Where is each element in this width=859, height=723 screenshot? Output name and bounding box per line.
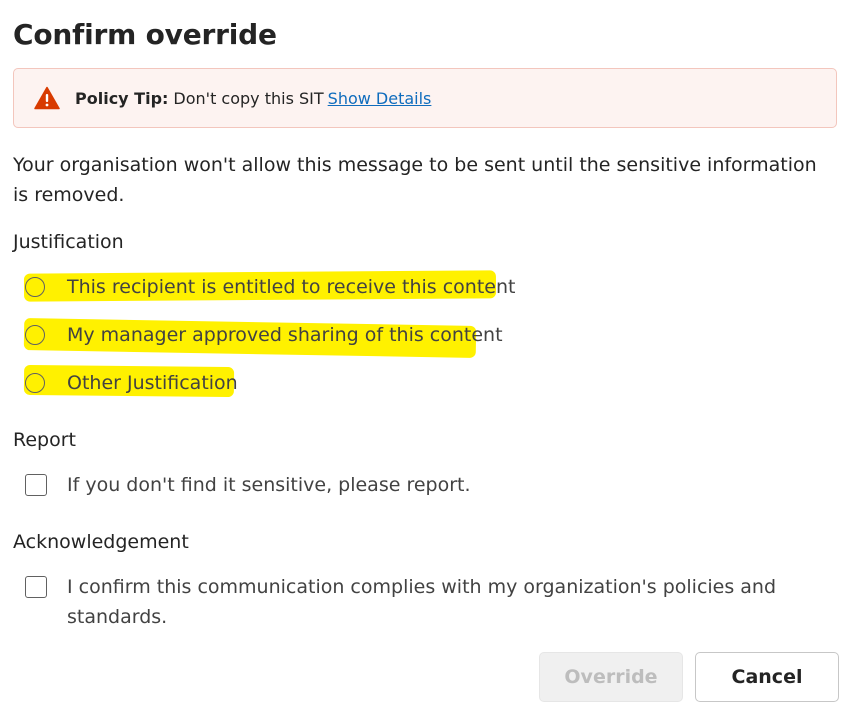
- dialog-title: Confirm override: [13, 18, 277, 51]
- acknowledgement-checkbox[interactable]: [25, 576, 47, 598]
- block-message: Your organisation won't allow this messa…: [13, 154, 817, 206]
- report-checkbox-row[interactable]: If you don't find it sensitive, please r…: [25, 474, 471, 496]
- radio-button[interactable]: [25, 373, 45, 393]
- justification-option-manager-approved[interactable]: My manager approved sharing of this cont…: [25, 324, 503, 346]
- acknowledgement-heading: Acknowledgement: [13, 531, 189, 553]
- justification-heading: Justification: [13, 231, 124, 253]
- acknowledgement-checkbox-label: I confirm this communication complies wi…: [67, 576, 777, 628]
- policy-tip-text: Don't copy this SIT: [173, 88, 324, 108]
- justification-option-entitled[interactable]: This recipient is entitled to receive th…: [25, 276, 515, 298]
- report-heading: Report: [13, 429, 76, 451]
- radio-button[interactable]: [25, 325, 45, 345]
- radio-button[interactable]: [25, 277, 45, 297]
- cancel-button[interactable]: Cancel: [695, 652, 839, 702]
- justification-option-label: This recipient is entitled to receive th…: [67, 276, 516, 298]
- justification-option-label: Other Justification: [67, 372, 238, 394]
- report-checkbox[interactable]: [25, 474, 47, 496]
- policy-tip-banner: Policy Tip: Don't copy this SIT Show Det…: [13, 68, 837, 128]
- warning-triangle-icon: [34, 86, 60, 110]
- policy-tip-label: Policy Tip:: [75, 88, 169, 108]
- show-details-link[interactable]: Show Details: [328, 89, 432, 108]
- justification-option-other[interactable]: Other Justification: [25, 372, 238, 394]
- justification-option-label: My manager approved sharing of this cont…: [67, 324, 503, 346]
- acknowledgement-checkbox-row[interactable]: [25, 576, 67, 598]
- override-button[interactable]: Override: [539, 652, 683, 702]
- report-checkbox-label: If you don't find it sensitive, please r…: [67, 474, 471, 496]
